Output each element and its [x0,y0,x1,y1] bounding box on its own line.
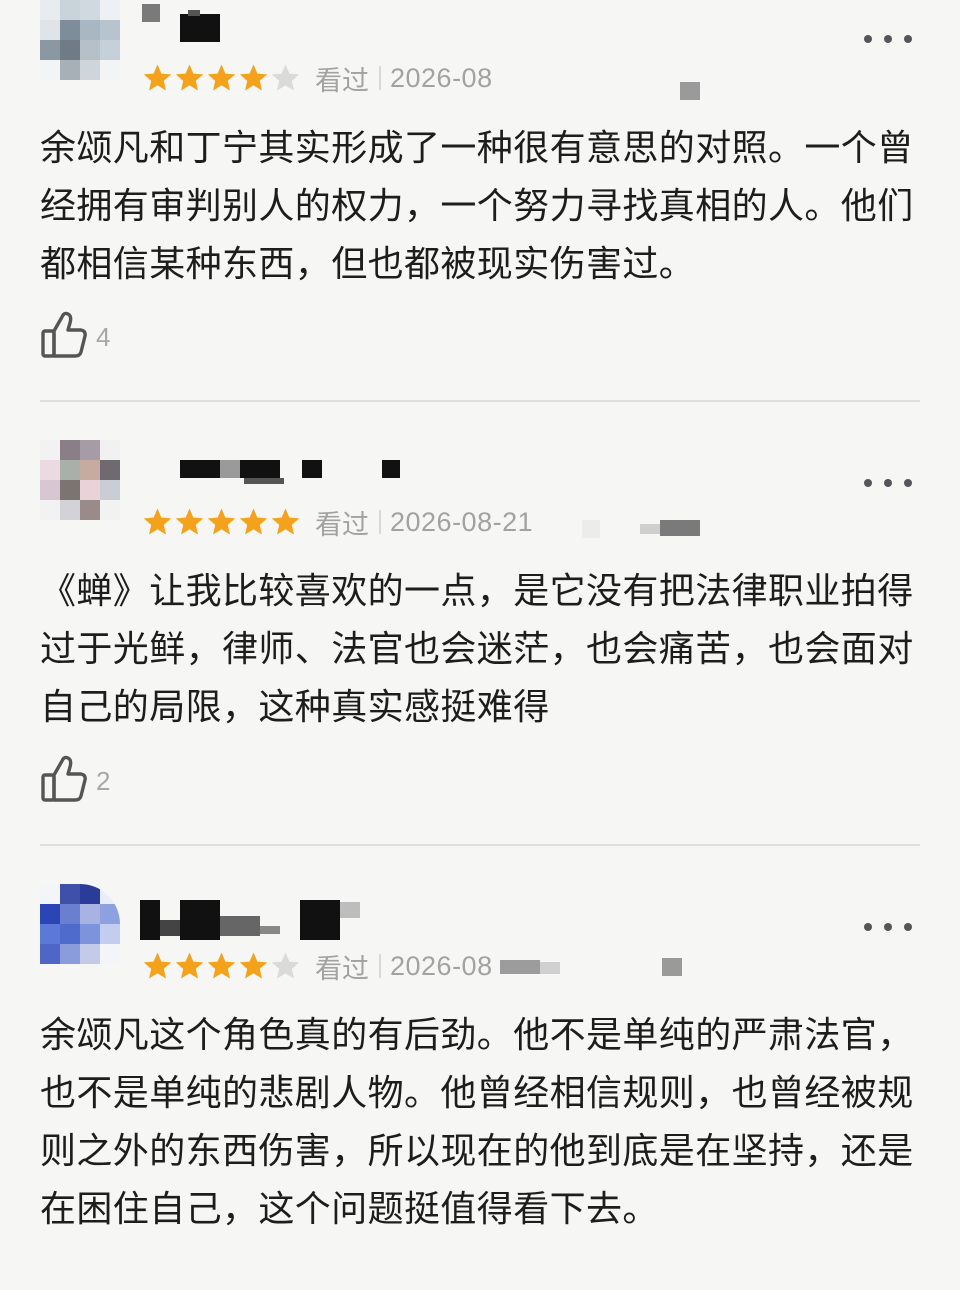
mosaic-blur [640,524,660,534]
username[interactable] [140,4,260,48]
meta-divider [379,66,381,90]
star-filled-icon [175,508,204,535]
review-date: 2026-08 [390,62,493,93]
divider [40,400,920,402]
more-horizontal-icon [864,35,872,43]
review-meta: 看过 2026-08 [142,58,493,98]
review-meta: 看过 2026-08-21 [142,502,533,542]
mosaic-blur [582,520,600,538]
star-empty-icon [271,64,300,91]
mosaic-blur [660,520,700,536]
avatar[interactable] [40,884,120,964]
avatar[interactable] [40,0,120,80]
thumbs-up-icon [41,755,87,802]
star-filled-icon [143,508,172,535]
review-content[interactable]: 《蝉》让我比较喜欢的一点，是它没有把法律职业拍得过于光鲜，律师、法官也会迷茫，也… [40,563,930,737]
star-filled-icon [239,952,268,979]
more-horizontal-icon [864,923,872,931]
username[interactable] [140,450,410,494]
thumbs-up-icon [41,311,87,358]
star-filled-icon [175,64,204,91]
star-filled-icon [143,952,172,979]
star-filled-icon [207,952,236,979]
like-button[interactable]: 2 [40,750,110,806]
more-options-button[interactable] [864,29,912,49]
review-content[interactable]: 余颂凡和丁宁其实形成了一种很有意思的对照。一个曾经拥有审判别人的权力，一个努力寻… [40,120,930,294]
star-filled-icon [239,508,268,535]
mosaic-blur [680,82,700,100]
review-date: 2026-08 [390,950,493,981]
like-count: 4 [96,321,111,352]
star-rating [142,507,301,537]
like-button[interactable]: 4 [40,306,110,362]
star-empty-icon [271,952,300,979]
username[interactable] [140,896,380,940]
mosaic-blur [500,960,540,974]
star-filled-icon [143,64,172,91]
mosaic-blur [540,962,560,974]
meta-divider [379,954,381,978]
star-rating [142,63,301,93]
like-count: 2 [96,765,111,796]
watched-label: 看过 [315,65,369,97]
star-rating [142,951,301,981]
review-content[interactable]: 余颂凡这个角色真的有后劲。他不是单纯的严肃法官，也不是单纯的悲剧人物。他曾经相信… [40,1007,930,1239]
review-meta: 看过 2026-08 [142,946,493,986]
more-options-button[interactable] [864,473,912,493]
star-filled-icon [207,508,236,535]
watched-label: 看过 [315,509,369,541]
star-filled-icon [207,64,236,91]
more-options-button[interactable] [864,917,912,937]
meta-divider [379,510,381,534]
mosaic-blur [662,958,682,976]
star-filled-icon [271,508,300,535]
star-filled-icon [239,64,268,91]
divider [40,844,920,846]
watched-label: 看过 [315,953,369,985]
review-date: 2026-08-21 [390,506,534,537]
avatar[interactable] [40,440,120,520]
star-filled-icon [175,952,204,979]
more-horizontal-icon [864,479,872,487]
